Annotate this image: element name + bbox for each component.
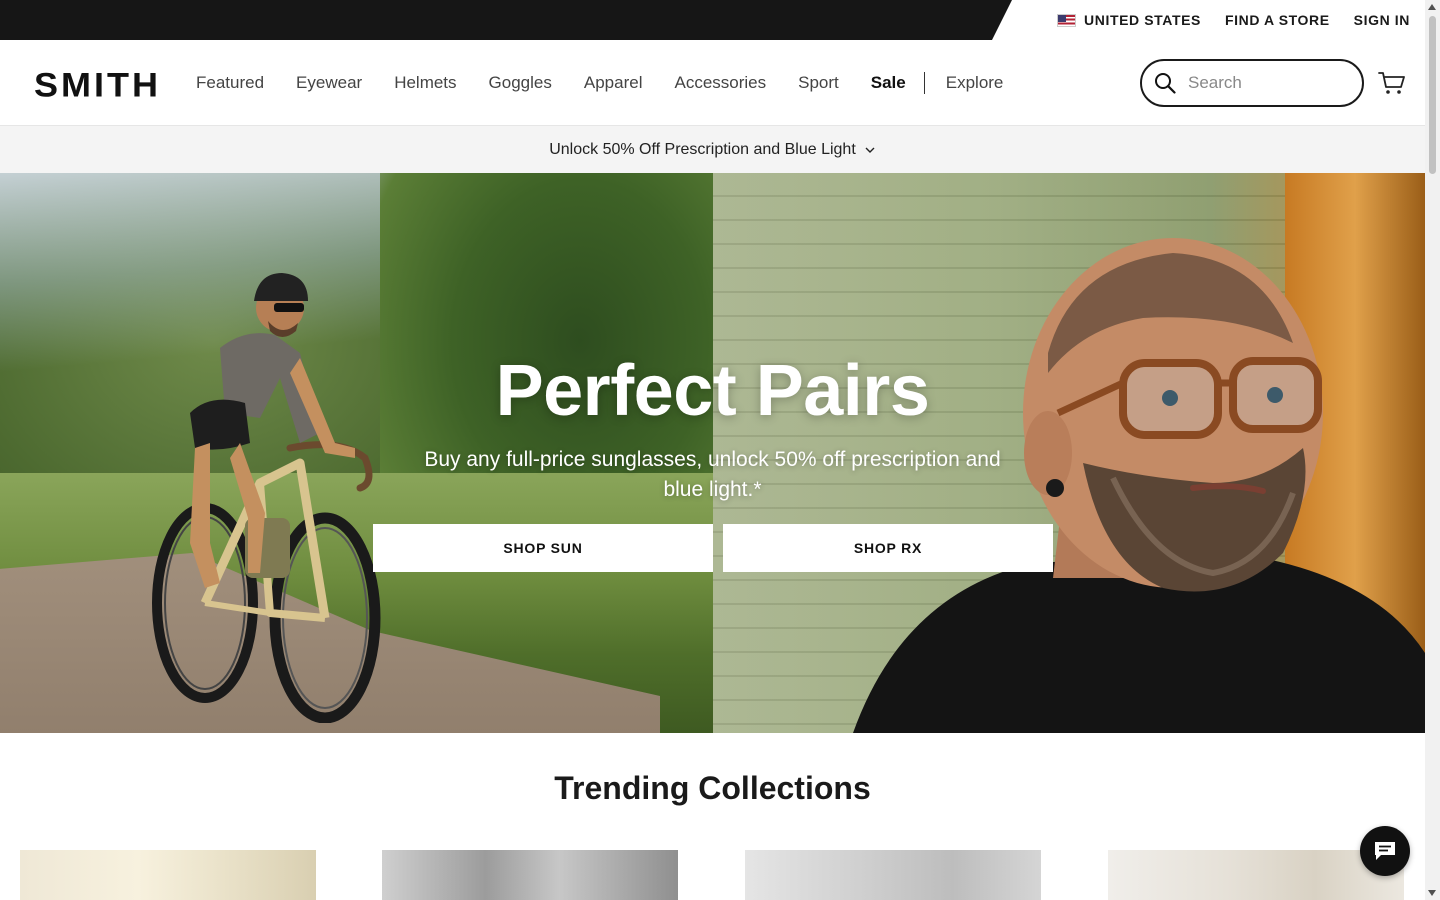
chevron-down-icon — [865, 147, 875, 153]
nav-item-helmets[interactable]: Helmets — [394, 73, 456, 93]
us-flag-icon — [1057, 13, 1077, 27]
hero-subtitle: Buy any full-price sunglasses, unlock 50… — [424, 448, 1001, 501]
trending-collections-row — [20, 850, 1420, 900]
smith-logo[interactable]: SMITH — [34, 67, 161, 101]
main-nav: Featured Eyewear Helmets Goggles Apparel… — [196, 40, 1035, 126]
promo-banner[interactable]: Unlock 50% Off Prescription and Blue Lig… — [0, 126, 1425, 173]
collection-tile[interactable] — [745, 850, 1041, 900]
nav-divider — [923, 72, 925, 94]
search-icon[interactable] — [1154, 72, 1176, 94]
collection-tile[interactable] — [382, 850, 678, 900]
cart-icon[interactable] — [1378, 70, 1406, 96]
search-box[interactable] — [1140, 59, 1364, 107]
chat-icon — [1375, 842, 1395, 860]
nav-item-goggles[interactable]: Goggles — [489, 73, 552, 93]
nav-item-explore[interactable]: Explore — [946, 73, 1004, 93]
nav-item-sale[interactable]: Sale — [871, 73, 906, 93]
collection-tile[interactable] — [1108, 850, 1404, 900]
page-scrollbar[interactable] — [1425, 0, 1440, 900]
scroll-up-icon[interactable] — [1428, 4, 1436, 10]
scroll-thumb[interactable] — [1429, 16, 1436, 174]
region-label: UNITED STATES — [1084, 12, 1201, 28]
find-store-link[interactable]: FIND A STORE — [1225, 12, 1330, 28]
collection-tile[interactable] — [20, 850, 316, 900]
main-header: SMITH Featured Eyewear Helmets Goggles A… — [0, 40, 1425, 126]
chat-button[interactable] — [1360, 826, 1410, 876]
trending-collections-title: Trending Collections — [554, 770, 871, 806]
nav-item-eyewear[interactable]: Eyewear — [296, 73, 362, 93]
utility-bar-dark-band — [0, 0, 1012, 40]
utility-bar: UNITED STATES FIND A STORE SIGN IN — [0, 0, 1440, 40]
nav-item-sport[interactable]: Sport — [798, 73, 839, 93]
shop-rx-button[interactable]: SHOP RX — [723, 524, 1053, 572]
nav-item-featured[interactable]: Featured — [196, 73, 264, 93]
hero-content: Perfect Pairs Buy any full-price sunglas… — [0, 173, 1425, 733]
scroll-down-icon[interactable] — [1428, 890, 1436, 896]
nav-item-accessories[interactable]: Accessories — [674, 73, 766, 93]
hero-title: Perfect Pairs — [495, 351, 930, 431]
shop-sun-button[interactable]: SHOP SUN — [373, 524, 713, 572]
region-selector[interactable]: UNITED STATES — [1057, 12, 1201, 28]
nav-item-apparel[interactable]: Apparel — [584, 73, 643, 93]
sign-in-link[interactable]: SIGN IN — [1354, 12, 1410, 28]
search-input[interactable] — [1188, 73, 1348, 93]
utility-links: UNITED STATES FIND A STORE SIGN IN — [1057, 0, 1410, 40]
promo-text: Unlock 50% Off Prescription and Blue Lig… — [549, 140, 856, 158]
